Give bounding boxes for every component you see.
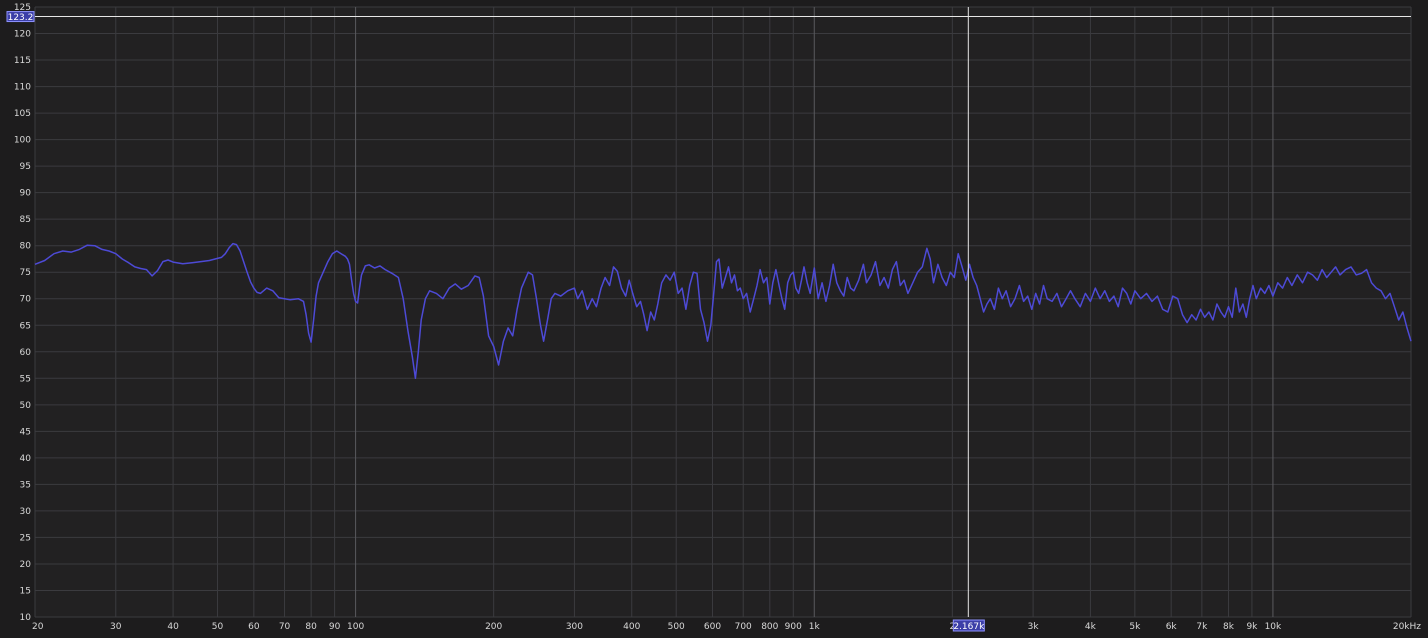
x-tick-label: 40 bbox=[167, 622, 179, 632]
y-tick-label: 95 bbox=[20, 162, 31, 172]
x-tick-label: 20kHz bbox=[1393, 622, 1421, 632]
y-tick-label: 85 bbox=[20, 215, 31, 225]
cursor-x-readout: 2.167k bbox=[953, 622, 985, 632]
x-tick-label: 9k bbox=[1246, 622, 1258, 632]
y-tick-label: 100 bbox=[14, 136, 31, 146]
y-tick-label: 105 bbox=[14, 109, 31, 119]
x-tick-label: 8k bbox=[1223, 622, 1235, 632]
x-tick-label: 20 bbox=[32, 622, 44, 632]
y-tick-label: 75 bbox=[20, 268, 31, 278]
x-tick-label: 6k bbox=[1166, 622, 1178, 632]
y-tick-label: 30 bbox=[20, 507, 32, 517]
y-tick-label: 60 bbox=[20, 348, 32, 358]
y-tick-label: 110 bbox=[14, 83, 31, 93]
y-tick-label: 40 bbox=[20, 454, 32, 464]
frequency-response-chart[interactable]: 10 15 20 25 30 35 40 45 50 55 60 65 70 75 80 85 90 95 100 1… bbox=[0, 0, 1428, 638]
y-tick-label: 15 bbox=[20, 586, 31, 596]
y-tick-label: 80 bbox=[20, 242, 32, 252]
x-tick-label: 400 bbox=[623, 622, 640, 632]
y-tick-label: 20 bbox=[20, 560, 32, 570]
x-tick-label: 30 bbox=[110, 622, 122, 632]
x-tick-label: 900 bbox=[785, 622, 802, 632]
x-tick-label: 50 bbox=[212, 622, 224, 632]
spectrum-analyzer-view: 10 15 20 25 30 35 40 45 50 55 60 65 70 75 80 85 90 95 100 1… bbox=[0, 0, 1428, 638]
x-tick-label: 10k bbox=[1265, 622, 1282, 632]
x-tick-label: 700 bbox=[735, 622, 752, 632]
x-tick-label: 200 bbox=[485, 622, 502, 632]
x-tick-label: 500 bbox=[668, 622, 685, 632]
y-tick-label: 35 bbox=[20, 480, 31, 490]
x-tick-label: 300 bbox=[566, 622, 583, 632]
y-tick-label: 10 bbox=[20, 613, 32, 623]
y-tick-label: 70 bbox=[20, 295, 32, 305]
y-tick-label: 50 bbox=[20, 401, 32, 411]
x-tick-label: 90 bbox=[329, 622, 341, 632]
x-tick-label: 600 bbox=[704, 622, 721, 632]
y-tick-label: 120 bbox=[14, 30, 31, 40]
x-tick-label: 3k bbox=[1028, 622, 1040, 632]
x-tick-label: 5k bbox=[1129, 622, 1141, 632]
x-tick-label: 80 bbox=[305, 622, 317, 632]
x-tick-label: 60 bbox=[248, 622, 260, 632]
plot-area bbox=[35, 7, 1411, 617]
y-tick-label: 55 bbox=[20, 374, 31, 384]
x-tick-label: 70 bbox=[279, 622, 291, 632]
y-tick-label: 65 bbox=[20, 321, 31, 331]
y-tick-label: 45 bbox=[20, 427, 31, 437]
y-tick-label: 25 bbox=[20, 533, 31, 543]
x-tick-label: 7k bbox=[1196, 622, 1208, 632]
x-tick-label: 1k bbox=[809, 622, 821, 632]
cursor-y-readout: 123.2 bbox=[8, 13, 34, 23]
x-tick-label: 800 bbox=[761, 622, 778, 632]
x-tick-label: 4k bbox=[1085, 622, 1097, 632]
y-tick-label: 115 bbox=[14, 56, 31, 66]
x-tick-label: 100 bbox=[347, 622, 364, 632]
y-tick-label: 90 bbox=[20, 189, 32, 199]
